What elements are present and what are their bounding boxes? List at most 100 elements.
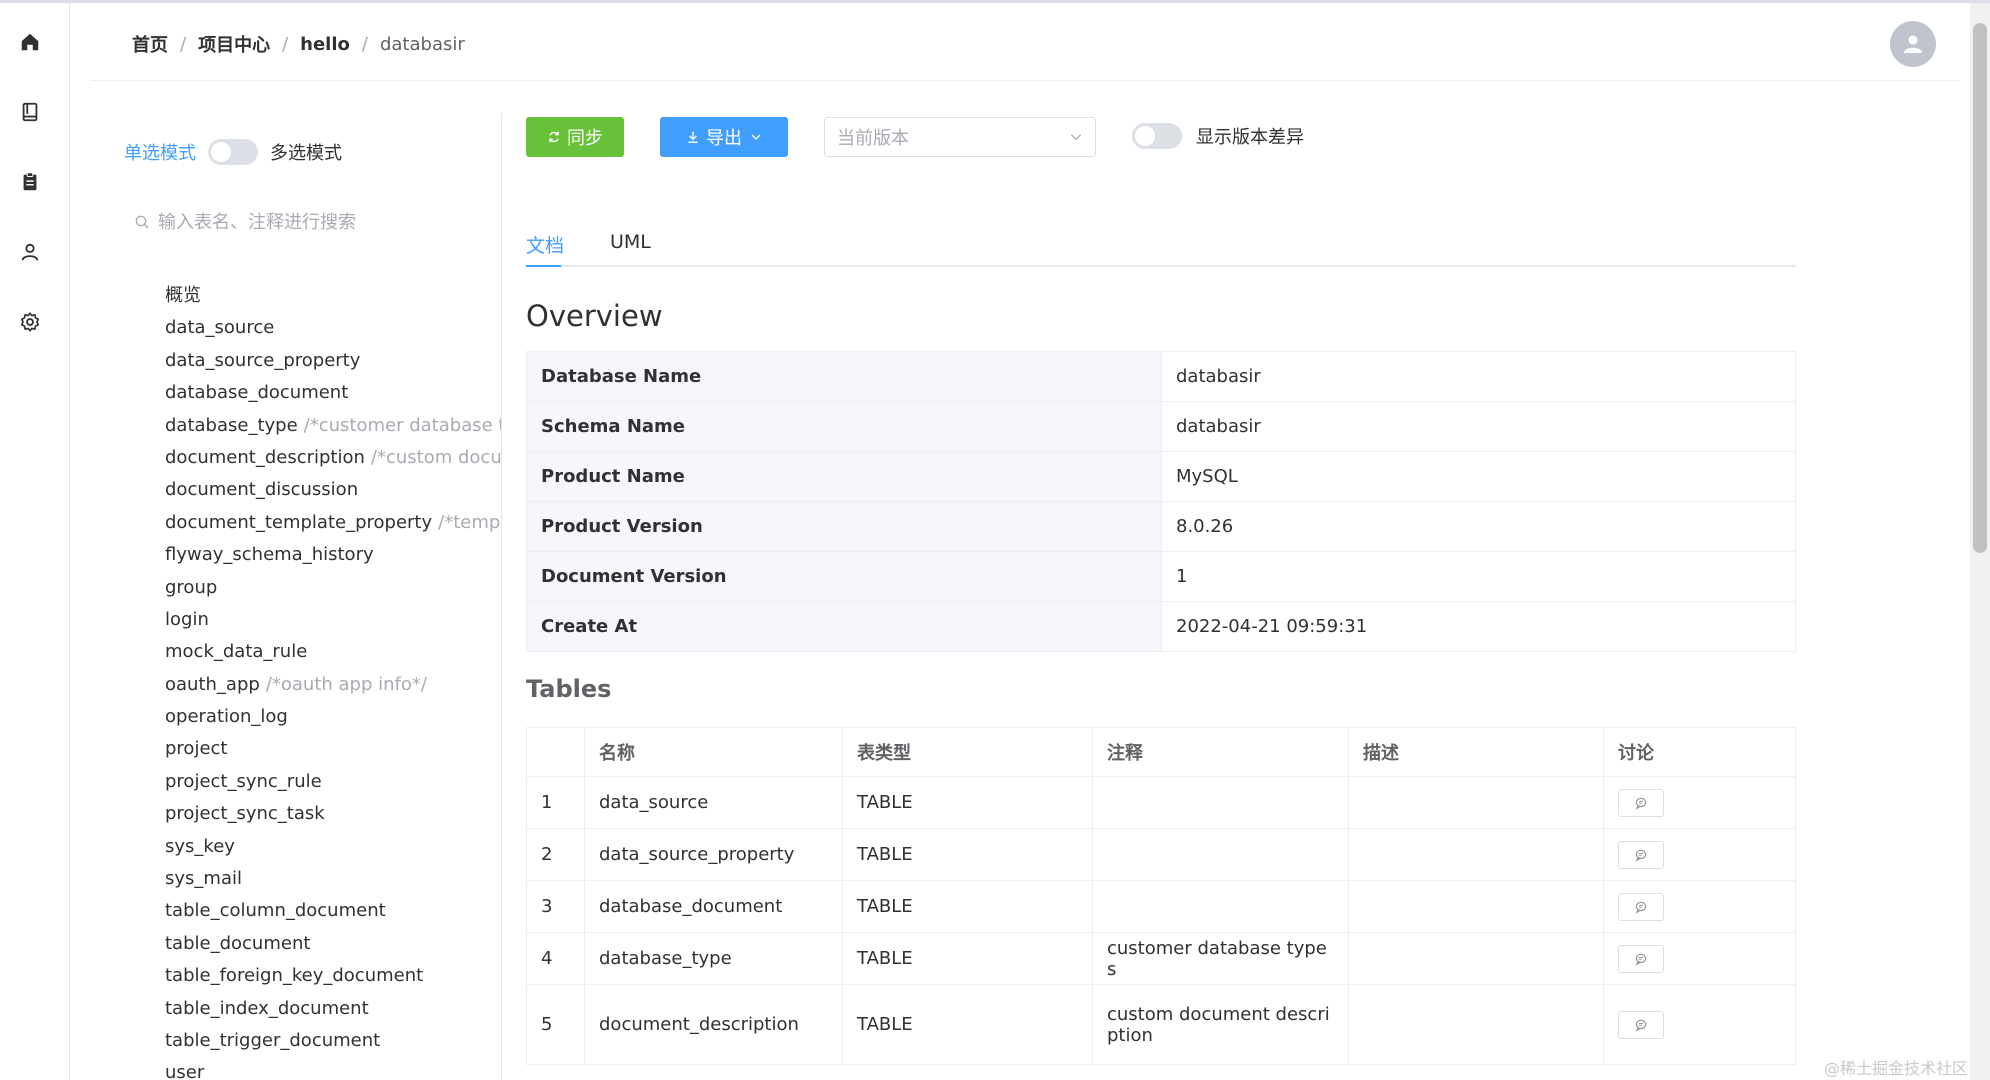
home-icon[interactable]	[17, 29, 43, 55]
table-row[interactable]: 3 database_document TABLE	[526, 880, 1796, 933]
sidebar-table-item[interactable]: project_sync_rule	[165, 766, 501, 798]
sidebar-table-item[interactable]: group	[165, 572, 501, 604]
sidebar-table-item[interactable]: database_type/*customer database type	[165, 410, 501, 442]
cell-discussion	[1603, 984, 1796, 1065]
sidebar-table-item[interactable]: operation_log	[165, 701, 501, 733]
sidebar-table-item[interactable]: mock_data_rule	[165, 636, 501, 668]
tab-document[interactable]: 文档	[526, 231, 564, 258]
sidebar-table-item[interactable]: document_template_property/*templat	[165, 507, 501, 539]
overview-row: Document Version 1	[526, 551, 1796, 602]
cell-name: data_source_property	[584, 828, 843, 881]
cell-type: TABLE	[842, 932, 1093, 985]
export-dropdown-button[interactable]: 导出	[660, 117, 788, 157]
overview-value: 8.0.26	[1161, 501, 1796, 552]
cell-description	[1348, 984, 1604, 1065]
select-mode-switch[interactable]	[208, 139, 258, 165]
sidebar-table-item[interactable]: table_trigger_document	[165, 1025, 501, 1057]
sidebar-table-name: table_trigger_document	[165, 1029, 381, 1051]
overview-table: Database Name databasir Schema Name databas…	[526, 351, 1796, 652]
column-header-type: 表类型	[842, 727, 1093, 777]
sidebar-table-comment: /*templat	[438, 511, 501, 533]
sidebar-table-item[interactable]: data_source	[165, 312, 501, 344]
discussion-button[interactable]	[1618, 1010, 1664, 1039]
overview-value: MySQL	[1161, 451, 1796, 502]
table-row[interactable]: 1 data_source TABLE	[526, 776, 1796, 829]
discussion-button[interactable]	[1618, 840, 1664, 869]
active-tab-indicator	[526, 265, 561, 267]
single-select-mode-label[interactable]: 单选模式	[124, 139, 196, 165]
cell-description	[1348, 880, 1604, 933]
version-select-placeholder: 当前版本	[837, 128, 909, 149]
tab-uml[interactable]: UML	[610, 231, 651, 253]
scrollbar-thumb[interactable]	[1973, 23, 1987, 553]
cell-comment	[1092, 776, 1349, 829]
sidebar-table-name: flyway_schema_history	[165, 544, 374, 566]
top-header: 首页 / 项目中心 / hello / databasir	[90, 3, 1960, 81]
breadcrumb-project[interactable]: hello	[300, 34, 350, 55]
version-select[interactable]: 当前版本	[824, 117, 1096, 157]
sidebar-table-item[interactable]: database_document	[165, 377, 501, 409]
sidebar-table-name: document_discussion	[165, 479, 359, 501]
sidebar-table-item[interactable]: table_foreign_key_document	[165, 960, 501, 992]
sidebar-table-name: group	[165, 576, 218, 598]
sidebar-table-item[interactable]: oauth_app/*oauth app info*/	[165, 669, 501, 701]
sidebar-table-item[interactable]: table_column_document	[165, 895, 501, 927]
discussion-button[interactable]	[1618, 788, 1664, 817]
sidebar-table-name: sys_key	[165, 835, 235, 857]
table-row[interactable]: 5 document_description TABLE custom documen…	[526, 984, 1796, 1065]
version-diff-switch[interactable]	[1132, 123, 1182, 149]
avatar[interactable]	[1890, 21, 1936, 67]
tables-heading: Tables	[526, 675, 612, 703]
sidebar-table-item[interactable]: sys_mail	[165, 863, 501, 895]
cell-comment: custom document description	[1092, 984, 1349, 1065]
overview-key: Product Version	[526, 501, 1162, 552]
sidebar-table-item[interactable]: 概览	[165, 280, 501, 312]
watermark: @稀土掘金技术社区	[1824, 1059, 1969, 1078]
sync-button[interactable]: 同步	[526, 117, 624, 157]
gear-icon[interactable]	[17, 309, 43, 335]
export-button-label: 导出	[706, 128, 742, 149]
user-icon[interactable]	[17, 239, 43, 265]
table-row[interactable]: 2 data_source_property TABLE	[526, 828, 1796, 881]
sidebar-table-item[interactable]: login	[165, 604, 501, 636]
sidebar-table-item[interactable]: table_document	[165, 928, 501, 960]
column-header-description: 描述	[1348, 727, 1604, 777]
refresh-icon	[549, 131, 559, 143]
sidebar-table-item[interactable]: project_sync_task	[165, 798, 501, 830]
book-icon[interactable]	[17, 99, 43, 125]
breadcrumb-home[interactable]: 首页	[132, 31, 168, 57]
sidebar-table-item[interactable]: flyway_schema_history	[165, 539, 501, 571]
chat-icon	[1634, 952, 1648, 966]
overview-key: Schema Name	[526, 401, 1162, 452]
sidebar-table-item[interactable]: project	[165, 733, 501, 765]
version-diff-toggle-group: 显示版本差异	[1132, 123, 1304, 149]
multi-select-mode-label[interactable]: 多选模式	[270, 139, 342, 165]
table-row[interactable]: 4 database_type TABLE customer database typ…	[526, 932, 1796, 985]
discussion-button[interactable]	[1618, 892, 1664, 921]
search-input[interactable]	[158, 211, 478, 233]
sidebar-table-item[interactable]: sys_key	[165, 831, 501, 863]
avatar-user-icon	[1904, 35, 1922, 53]
table-search	[134, 205, 494, 239]
cell-type: TABLE	[842, 776, 1093, 829]
sidebar-table-item[interactable]: table_index_document	[165, 993, 501, 1025]
cell-comment: customer database types	[1092, 932, 1349, 985]
tables-table: 名称 表类型 注释 描述 讨论 1 data_source TABLE 2 data_s…	[526, 727, 1796, 1065]
sidebar-table-item[interactable]: document_description/*custom docume	[165, 442, 502, 474]
sidebar-table-item[interactable]: data_source_property	[165, 345, 501, 377]
table-list: 概览 data_source data_source_propertydatabas…	[165, 280, 502, 1080]
sidebar-table-name: project_sync_task	[165, 803, 325, 825]
discussion-button[interactable]	[1618, 944, 1664, 973]
cell-index: 2	[526, 828, 585, 881]
table-sidebar: 单选模式 多选模式 概览 data_source data_source_prope…	[110, 113, 502, 1080]
sidebar-table-name: project	[165, 738, 228, 760]
sidebar-table-name: database_document	[165, 382, 349, 404]
sidebar-table-name: login	[165, 608, 209, 630]
column-header-discussion: 讨论	[1603, 727, 1796, 777]
breadcrumb-project-center[interactable]: 项目中心	[198, 31, 270, 57]
sidebar-table-item[interactable]: document_discussion	[165, 474, 501, 506]
sidebar-table-item[interactable]: user	[165, 1057, 501, 1080]
cell-discussion	[1603, 776, 1796, 829]
clipboard-icon[interactable]	[17, 169, 43, 195]
sidebar-table-comment: /*custom docume	[370, 446, 502, 468]
